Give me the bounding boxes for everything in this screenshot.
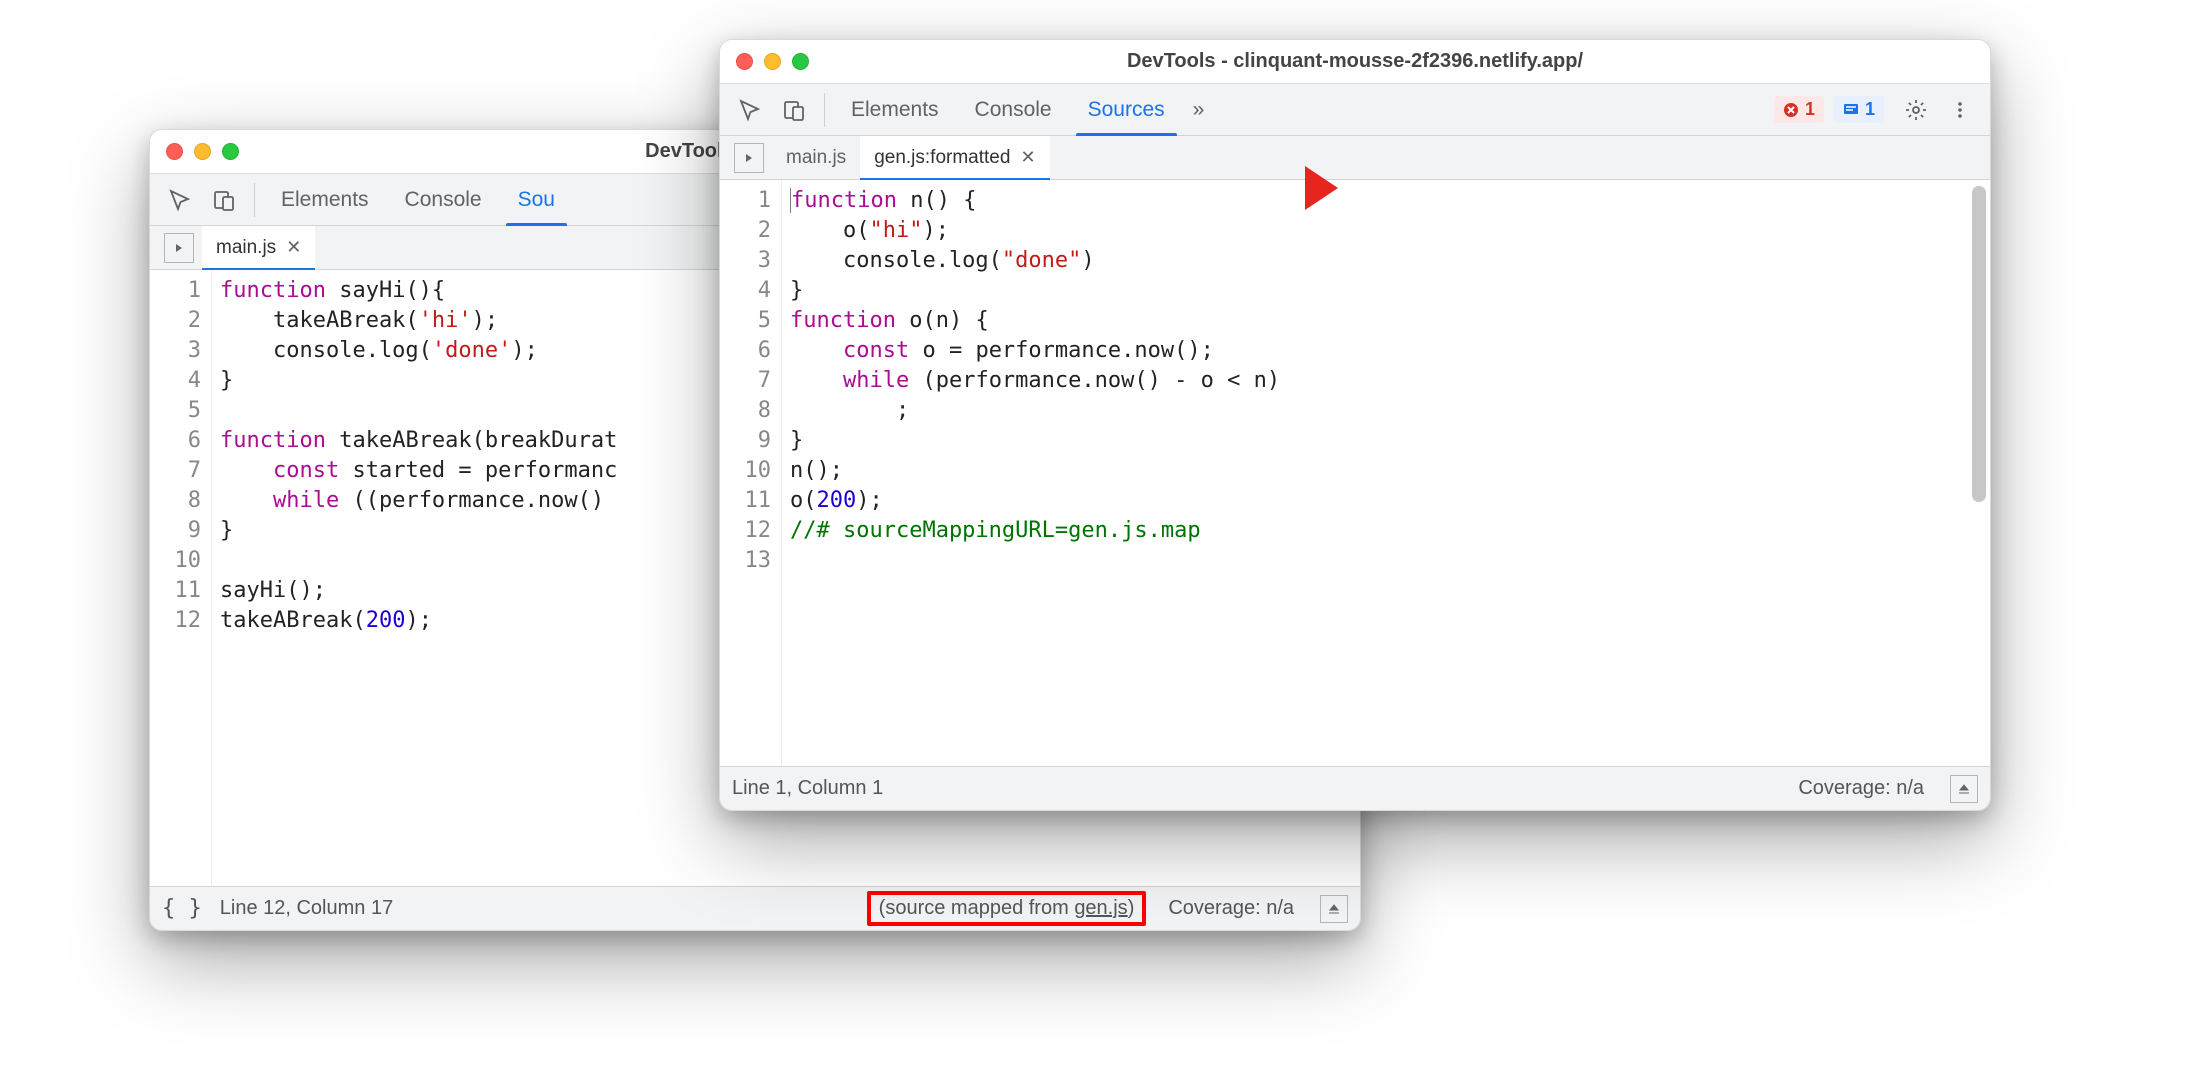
line-gutter: 1 2 3 4 5 6 7 8 9 10 11 12 13 bbox=[720, 180, 782, 766]
panel-tab-console[interactable]: Console bbox=[957, 84, 1070, 136]
cursor-position: Line 12, Column 17 bbox=[220, 897, 393, 920]
code-content[interactable]: function n() { o("hi"); console.log("don… bbox=[782, 180, 1280, 766]
settings-icon[interactable] bbox=[1896, 90, 1936, 130]
kebab-menu-icon[interactable] bbox=[1940, 90, 1980, 130]
file-tab-mainjs[interactable]: main.js bbox=[772, 136, 860, 180]
zoom-window-icon[interactable] bbox=[222, 143, 239, 160]
close-tab-icon[interactable]: ✕ bbox=[1020, 147, 1035, 168]
source-map-link[interactable]: gen.js bbox=[1074, 897, 1127, 919]
more-panels-icon[interactable]: » bbox=[1183, 84, 1215, 136]
panel-tab-sources[interactable]: Sou bbox=[500, 174, 573, 226]
collapse-debugger-icon[interactable] bbox=[1320, 895, 1348, 923]
window-title: DevTools - clinquant-mousse-2f2396.netli… bbox=[720, 50, 1990, 73]
panel-tab-console[interactable]: Console bbox=[387, 174, 500, 226]
line-gutter: 1 2 3 4 5 6 7 8 9 10 11 12 bbox=[150, 270, 212, 886]
coverage-status: Coverage: n/a bbox=[1168, 897, 1294, 920]
vertical-scrollbar[interactable] bbox=[1972, 186, 1986, 760]
panel-tab-elements[interactable]: Elements bbox=[263, 174, 387, 226]
devtools-toolbar: Elements Console Sources » 1 1 bbox=[720, 84, 1990, 136]
issue-icon bbox=[1843, 102, 1859, 118]
file-tab-label: main.js bbox=[786, 147, 846, 169]
file-tab-label: main.js bbox=[216, 237, 276, 259]
coverage-status: Coverage: n/a bbox=[1798, 777, 1924, 800]
pretty-print-icon[interactable]: { } bbox=[162, 896, 202, 921]
device-toolbar-icon[interactable] bbox=[204, 180, 244, 220]
minimize-window-icon[interactable] bbox=[764, 53, 781, 70]
panel-tab-sources[interactable]: Sources bbox=[1070, 84, 1183, 136]
separator bbox=[824, 93, 825, 127]
collapse-debugger-icon[interactable] bbox=[1950, 775, 1978, 803]
code-editor[interactable]: 1 2 3 4 5 6 7 8 9 10 11 12 13 function n… bbox=[720, 180, 1990, 766]
file-tab-label: gen.js:formatted bbox=[874, 147, 1010, 169]
traffic-lights bbox=[166, 143, 239, 160]
issue-counter[interactable]: 1 bbox=[1834, 96, 1884, 123]
separator bbox=[254, 183, 255, 217]
source-mapped-annotation: (source mapped from gen.js) bbox=[867, 891, 1147, 926]
error-counter[interactable]: 1 bbox=[1774, 96, 1824, 123]
inspect-element-icon[interactable] bbox=[730, 90, 770, 130]
close-window-icon[interactable] bbox=[736, 53, 753, 70]
zoom-window-icon[interactable] bbox=[792, 53, 809, 70]
panel-tab-elements[interactable]: Elements bbox=[833, 84, 957, 136]
navigator-toggle-icon[interactable] bbox=[734, 143, 764, 173]
traffic-lights bbox=[736, 53, 809, 70]
editor-statusbar: { } Line 12, Column 17 (source mapped fr… bbox=[150, 886, 1360, 930]
device-toolbar-icon[interactable] bbox=[774, 90, 814, 130]
close-window-icon[interactable] bbox=[166, 143, 183, 160]
cursor-position: Line 1, Column 1 bbox=[732, 777, 883, 800]
editor-statusbar: Line 1, Column 1 Coverage: n/a bbox=[720, 766, 1990, 810]
titlebar[interactable]: DevTools - clinquant-mousse-2f2396.netli… bbox=[720, 40, 1990, 84]
file-tab-genjs-formatted[interactable]: gen.js:formatted ✕ bbox=[860, 136, 1049, 180]
file-tabstrip: main.js gen.js:formatted ✕ bbox=[720, 136, 1990, 180]
minimize-window-icon[interactable] bbox=[194, 143, 211, 160]
close-tab-icon[interactable]: ✕ bbox=[286, 237, 301, 258]
devtools-window-front: DevTools - clinquant-mousse-2f2396.netli… bbox=[720, 40, 1990, 810]
code-content[interactable]: function sayHi(){ takeABreak('hi'); cons… bbox=[212, 270, 617, 886]
navigator-toggle-icon[interactable] bbox=[164, 233, 194, 263]
error-icon bbox=[1783, 102, 1799, 118]
file-tab-mainjs[interactable]: main.js ✕ bbox=[202, 226, 315, 270]
inspect-element-icon[interactable] bbox=[160, 180, 200, 220]
